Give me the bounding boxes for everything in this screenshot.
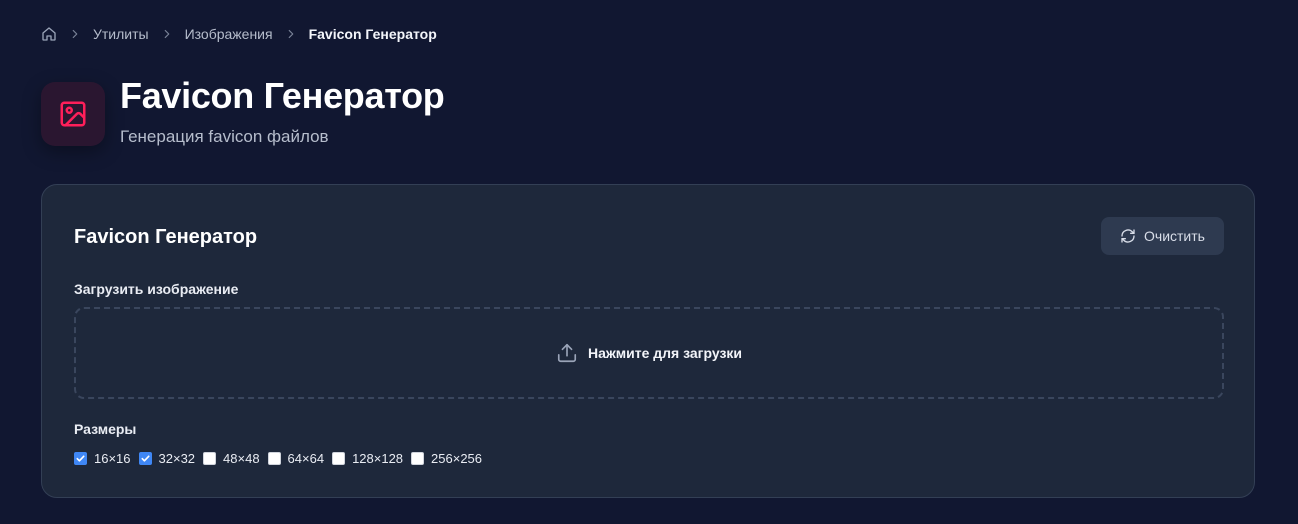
page: Утилиты Изображения Favicon Генератор Fa… (0, 0, 1298, 524)
size-option-48[interactable]: 48×48 (203, 451, 260, 466)
upload-icon (556, 342, 578, 364)
size-option-64[interactable]: 64×64 (267, 450, 325, 466)
size-label: 48×48 (223, 450, 260, 466)
tool-icon-tile (41, 82, 105, 146)
size-checkbox[interactable] (411, 451, 425, 465)
image-icon (58, 99, 88, 129)
size-label: 256×256 (431, 450, 483, 466)
clear-button-label: Очистить (1144, 228, 1205, 244)
size-checkbox[interactable] (138, 451, 152, 465)
chevron-right-icon (284, 27, 298, 41)
card-title: Favicon Генератор (74, 226, 258, 248)
upload-dropzone[interactable]: Нажмите для загрузки (74, 307, 1224, 399)
clear-button[interactable]: Очистить (1101, 217, 1224, 255)
size-checkbox[interactable] (74, 451, 87, 465)
size-checkbox[interactable] (203, 451, 217, 465)
size-label: 64×64 (287, 450, 325, 466)
size-label: 32×32 (158, 450, 196, 466)
sizes-label: Размеры (74, 421, 137, 437)
chevron-right-icon (68, 27, 82, 41)
breadcrumb: Утилиты Изображения Favicon Генератор (41, 24, 437, 44)
chevron-right-icon (160, 27, 174, 41)
dropzone-text: Нажмите для загрузки (587, 345, 743, 361)
home-icon[interactable] (41, 26, 57, 42)
size-option-256[interactable]: 256×256 (411, 451, 482, 466)
breadcrumb-link-images[interactable]: Изображения (185, 26, 273, 42)
refresh-icon (1120, 228, 1136, 244)
page-title: Favicon Генератор (120, 75, 445, 116)
sizes-options: 16×16 32×32 48×48 64×64 128×128 256×256 (74, 449, 490, 467)
size-option-32[interactable]: 32×32 (138, 450, 196, 466)
size-label: 16×16 (94, 450, 131, 466)
breadcrumb-current: Favicon Генератор (308, 26, 437, 42)
breadcrumb-link-utilities[interactable]: Утилиты (93, 26, 149, 42)
upload-label: Загрузить изображение (74, 281, 239, 297)
page-subtitle: Генерация favicon файлов (120, 127, 329, 146)
size-label: 128×128 (352, 450, 404, 466)
size-checkbox[interactable] (332, 451, 346, 465)
size-option-16[interactable]: 16×16 (74, 451, 131, 466)
favicon-generator-card: Favicon Генератор Очистить Загрузить изо… (41, 184, 1255, 498)
size-option-128[interactable]: 128×128 (332, 451, 403, 466)
size-checkbox[interactable] (267, 451, 281, 465)
